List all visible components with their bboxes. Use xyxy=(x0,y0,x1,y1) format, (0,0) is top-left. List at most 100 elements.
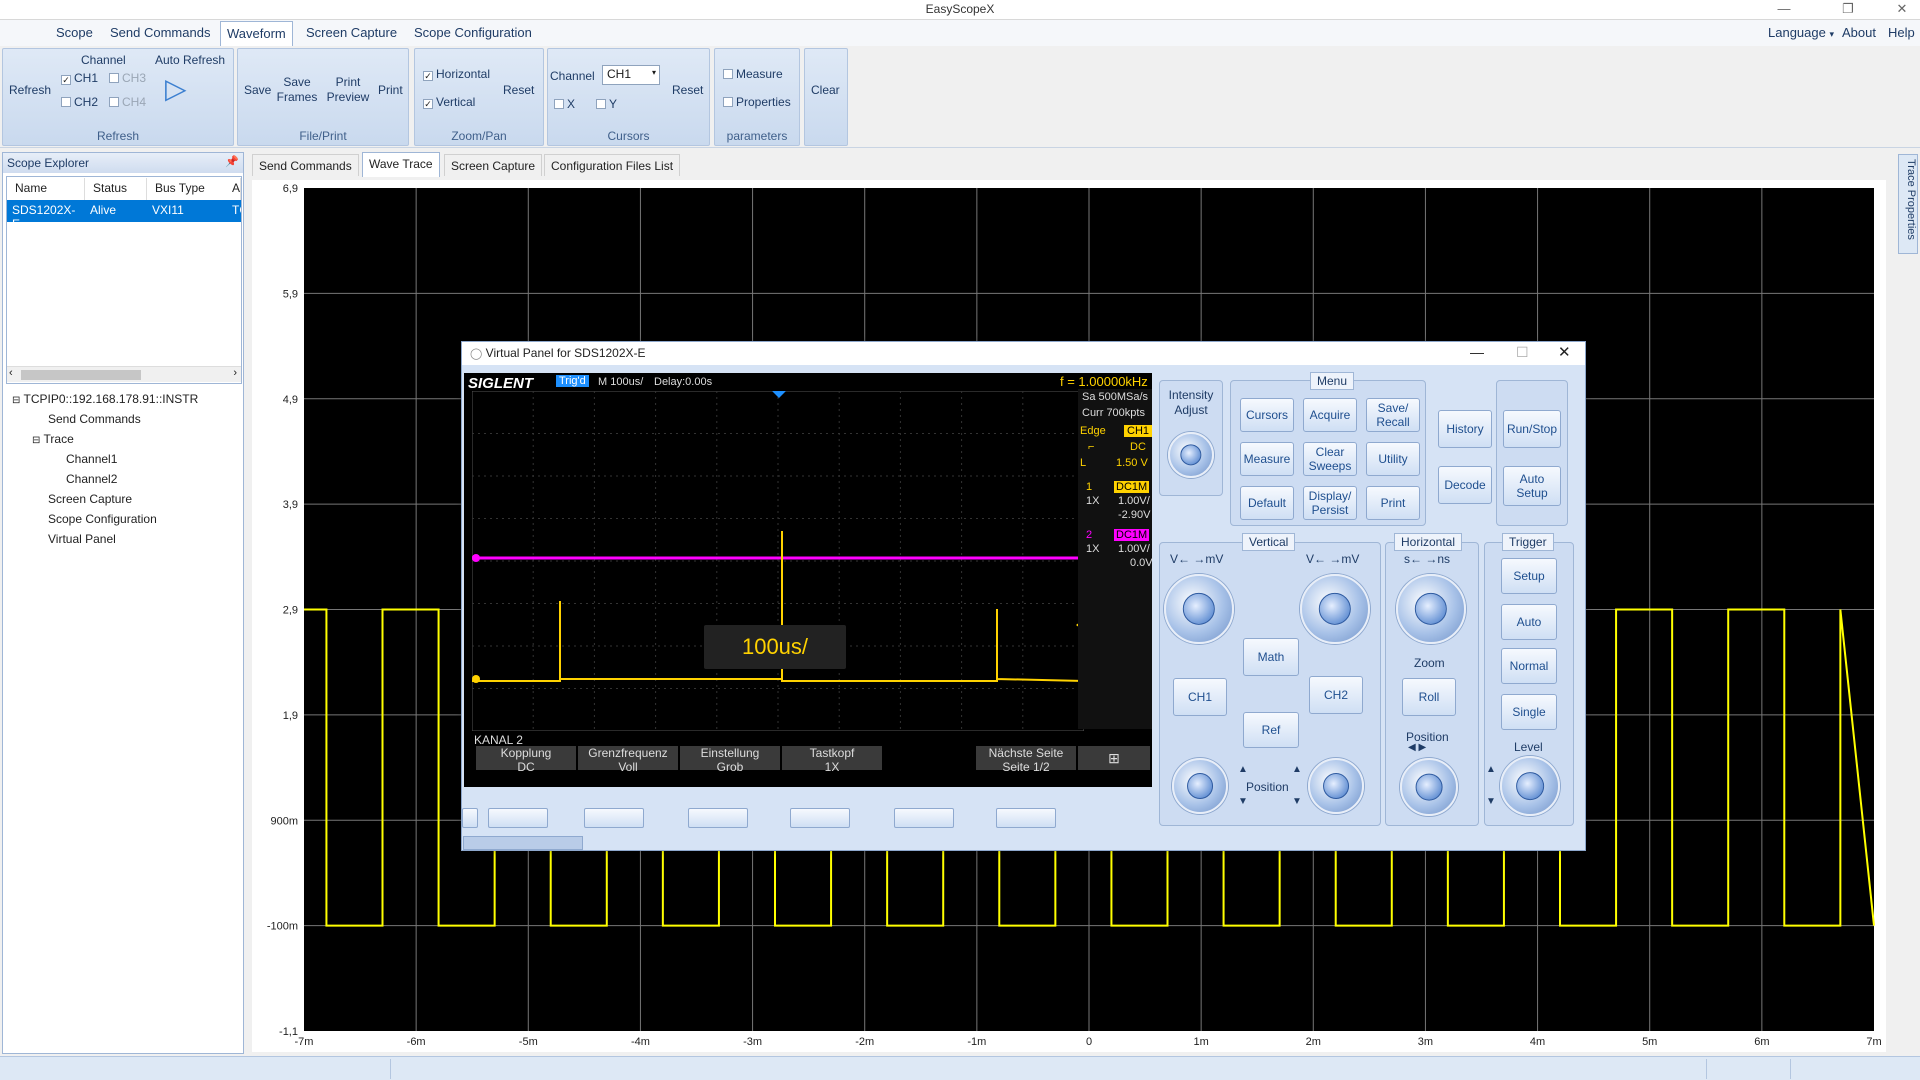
scope-row-addr[interactable]: TC xyxy=(231,200,241,222)
trigger-single-button[interactable]: Single xyxy=(1501,694,1557,730)
softkey-2[interactable]: Grenzfrequenz Voll xyxy=(578,746,678,774)
clear-sweeps-button[interactable]: Clear Sweeps xyxy=(1303,442,1357,476)
intensity-knob[interactable] xyxy=(1168,432,1214,478)
trigger-auto-button[interactable]: Auto xyxy=(1501,604,1557,640)
scope-row-name[interactable]: SDS1202X-E xyxy=(7,200,85,231)
maximize-icon[interactable]: ☐ xyxy=(1516,344,1529,361)
vertical-checkbox[interactable]: ✓ Vertical xyxy=(423,95,475,110)
save-frames-button[interactable]: Save Frames xyxy=(276,75,318,105)
history-button[interactable]: History xyxy=(1438,410,1492,448)
menu-language[interactable]: Language ▾ xyxy=(1764,25,1838,40)
ch1-checkbox[interactable]: ✓ CH1 xyxy=(61,71,98,86)
col-status[interactable]: Status xyxy=(85,178,147,200)
ch2-position-knob[interactable] xyxy=(1308,758,1364,814)
bottom-key-4[interactable] xyxy=(790,808,850,828)
math-button[interactable]: Math xyxy=(1243,638,1299,676)
close-icon[interactable]: ✕ xyxy=(1558,343,1571,361)
scope-row-status[interactable]: Alive xyxy=(85,200,147,222)
tree-scope-configuration[interactable]: Scope Configuration xyxy=(48,512,157,526)
save-recall-button[interactable]: Save/ Recall xyxy=(1366,398,1420,432)
ch1-volts-knob[interactable] xyxy=(1164,574,1234,644)
minimize-icon[interactable]: — xyxy=(1470,344,1484,360)
menu-scope[interactable]: Scope xyxy=(52,25,97,40)
timebase-knob[interactable] xyxy=(1396,574,1466,644)
horizontal-checkbox[interactable]: ✓ Horizontal xyxy=(423,67,490,82)
tree-screen-capture[interactable]: Screen Capture xyxy=(48,492,132,506)
trigger-normal-button[interactable]: Normal xyxy=(1501,648,1557,684)
collapse-icon[interactable]: ⊟ xyxy=(32,435,40,446)
decode-button[interactable]: Decode xyxy=(1438,466,1492,504)
tab-send-commands[interactable]: Send Commands xyxy=(252,154,359,176)
cursors-button[interactable]: Cursors xyxy=(1240,398,1294,432)
clear-button[interactable]: Clear xyxy=(811,83,840,98)
default-button[interactable]: Default xyxy=(1240,486,1294,520)
tree-trace[interactable]: ⊟ Trace xyxy=(32,432,74,446)
measure-checkbox[interactable]: Measure xyxy=(723,67,783,82)
softkey-5[interactable]: Nächste Seite Seite 1/2 xyxy=(976,746,1076,774)
refresh-button[interactable]: Refresh xyxy=(9,83,51,98)
tree-send-commands[interactable]: Send Commands xyxy=(48,412,141,426)
ch2-button[interactable]: CH2 xyxy=(1309,676,1363,714)
trace-properties-tab[interactable]: Trace Properties xyxy=(1898,154,1918,254)
cursor-reset-button[interactable]: Reset xyxy=(672,83,703,98)
print-preview-button[interactable]: Print Preview xyxy=(324,75,372,105)
ch2-volts-knob[interactable] xyxy=(1300,574,1370,644)
roll-button[interactable]: Roll xyxy=(1402,678,1456,716)
print-button[interactable]: Print xyxy=(378,83,403,98)
tab-screen-capture[interactable]: Screen Capture xyxy=(444,154,543,176)
bottom-key-3[interactable] xyxy=(688,808,748,828)
virtual-panel-scrollbar[interactable] xyxy=(463,836,583,850)
bottom-key-1[interactable] xyxy=(488,808,548,828)
bottom-key-6[interactable] xyxy=(996,808,1056,828)
softkey-1[interactable]: Kopplung DC xyxy=(476,746,576,774)
close-icon[interactable]: ✕ xyxy=(1888,1,1916,17)
trigger-setup-button[interactable]: Setup xyxy=(1501,558,1557,594)
play-icon[interactable]: ▷ xyxy=(165,75,187,103)
acquire-button[interactable]: Acquire xyxy=(1303,398,1357,432)
menu-off-key[interactable] xyxy=(462,808,478,828)
ch3-checkbox[interactable]: CH3 xyxy=(109,71,146,86)
display-persist-button[interactable]: Display/ Persist xyxy=(1303,486,1357,520)
chevron-right-icon[interactable]: › xyxy=(233,367,237,379)
ch1-button[interactable]: CH1 xyxy=(1173,678,1227,716)
y-checkbox[interactable]: Y xyxy=(596,97,617,112)
tab-configuration-files-list[interactable]: Configuration Files List xyxy=(544,154,681,176)
x-checkbox[interactable]: X xyxy=(554,97,575,112)
bottom-key-5[interactable] xyxy=(894,808,954,828)
measure-button[interactable]: Measure xyxy=(1240,442,1294,476)
print-button-panel[interactable]: Print xyxy=(1366,486,1420,520)
properties-checkbox[interactable]: Properties xyxy=(723,95,791,110)
scope-row-bus[interactable]: VXI11 xyxy=(147,200,231,222)
menu-send-commands[interactable]: Send Commands xyxy=(106,25,214,40)
tab-wave-trace[interactable]: Wave Trace xyxy=(362,152,440,177)
pin-icon[interactable]: 📌 xyxy=(225,155,239,168)
zoom-reset-button[interactable]: Reset xyxy=(503,83,534,98)
softkey-3[interactable]: Einstellung Grob xyxy=(680,746,780,774)
tree-virtual-panel[interactable]: Virtual Panel xyxy=(48,532,116,546)
scrollbar-thumb[interactable] xyxy=(21,370,141,380)
restore-icon[interactable]: ❐ xyxy=(1834,1,1862,17)
menu-help[interactable]: Help xyxy=(1884,25,1919,40)
tree-root[interactable]: ⊟ TCPIP0::192.168.178.91::INSTR xyxy=(12,392,198,406)
menu-scope-configuration[interactable]: Scope Configuration xyxy=(410,25,536,40)
col-name[interactable]: Name xyxy=(7,178,85,200)
cursor-channel-select[interactable]: CH1 ▾ xyxy=(602,65,660,85)
menu-about[interactable]: About xyxy=(1838,25,1880,40)
menu-screen-capture[interactable]: Screen Capture xyxy=(302,25,401,40)
save-button[interactable]: Save xyxy=(244,83,271,98)
tree-channel2[interactable]: Channel2 xyxy=(66,472,117,486)
ref-button[interactable]: Ref xyxy=(1243,712,1299,748)
auto-setup-button[interactable]: Auto Setup xyxy=(1503,466,1561,506)
trigger-level-knob[interactable] xyxy=(1500,756,1560,816)
tree-channel1[interactable]: Channel1 xyxy=(66,452,117,466)
menu-waveform[interactable]: Waveform xyxy=(220,21,293,46)
horizontal-position-knob[interactable] xyxy=(1400,758,1458,816)
utility-button[interactable]: Utility xyxy=(1366,442,1420,476)
horizontal-scrollbar[interactable]: ‹ › xyxy=(7,366,241,382)
ch2-checkbox[interactable]: CH2 xyxy=(61,95,98,110)
chevron-left-icon[interactable]: ‹ xyxy=(9,367,13,379)
col-address[interactable]: A xyxy=(231,178,241,200)
col-bus-type[interactable]: Bus Type xyxy=(147,178,237,200)
softkey-4[interactable]: Tastkopf 1X xyxy=(782,746,882,774)
ch4-checkbox[interactable]: CH4 xyxy=(109,95,146,110)
